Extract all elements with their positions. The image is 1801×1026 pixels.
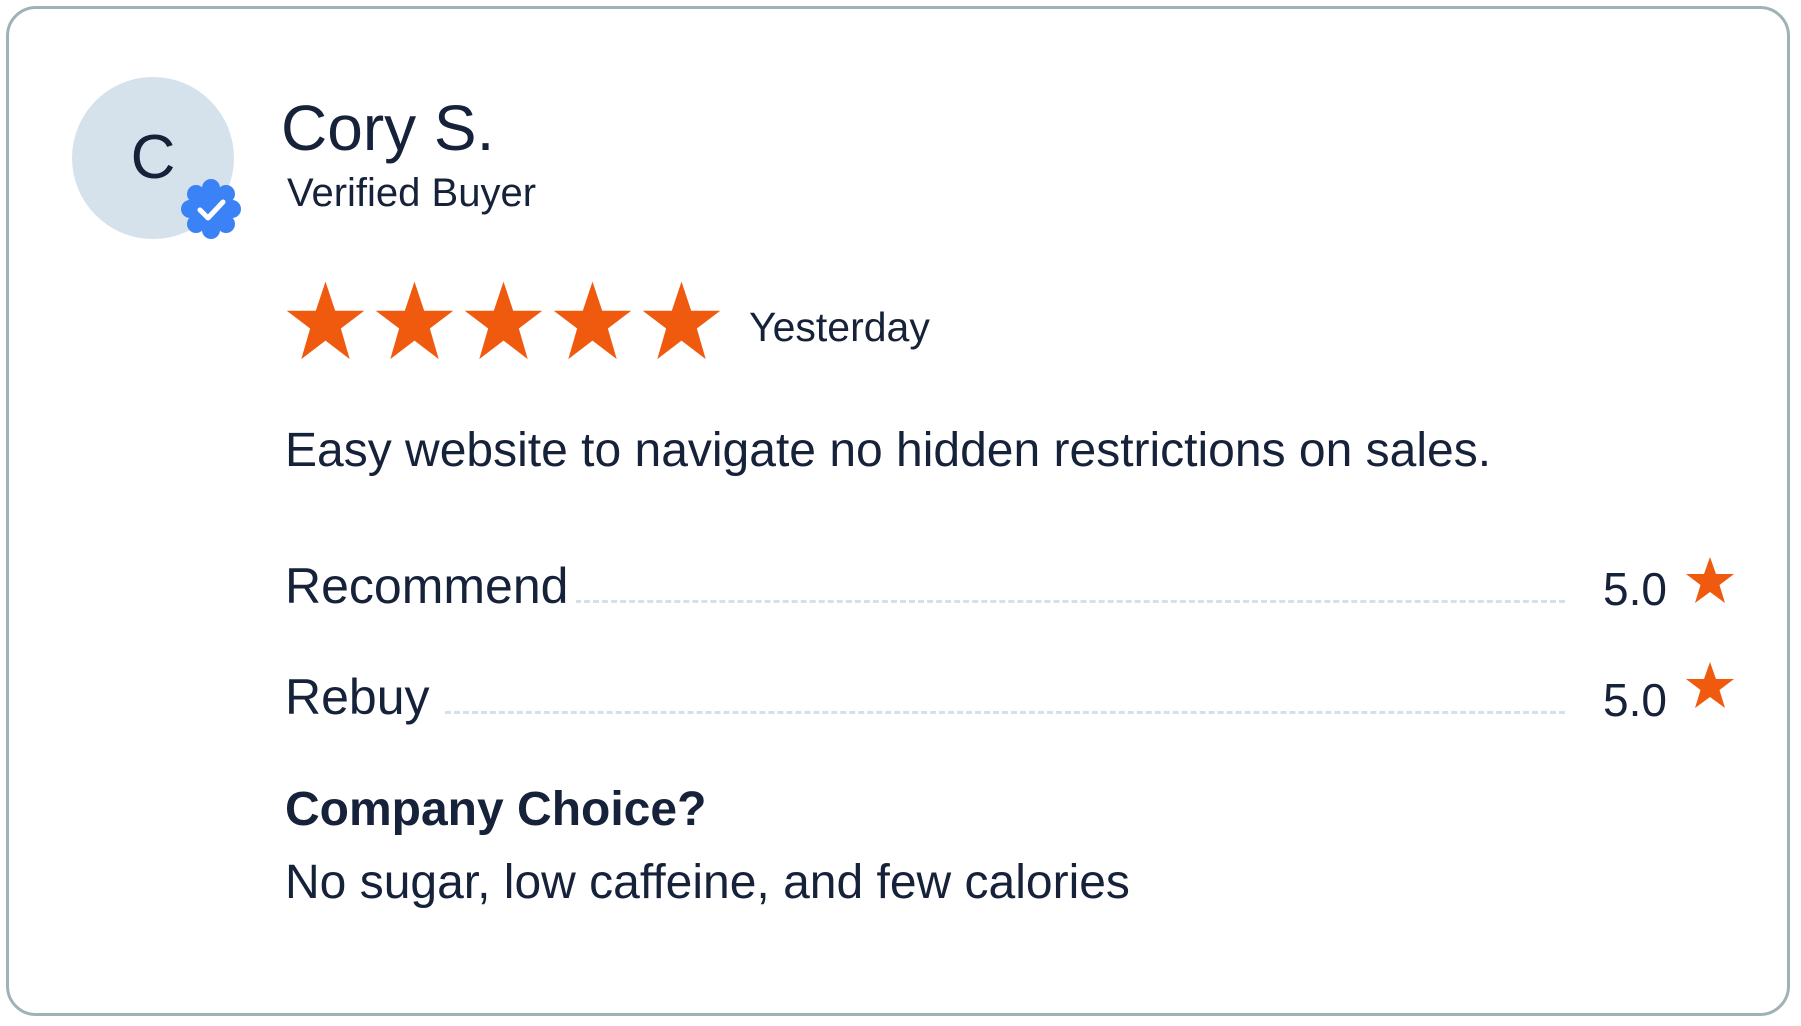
star-icon [552, 280, 633, 364]
review-card: C Cory S. Verified Buyer Yesterday Easy … [6, 6, 1790, 1016]
question-title: Company Choice? [285, 783, 707, 836]
attribute-row-rebuy: Rebuy 5.0 [285, 662, 1740, 737]
attribute-label: Rebuy [285, 667, 438, 727]
star-icon [641, 280, 722, 364]
attribute-label: Recommend [285, 556, 577, 616]
attribute-row-recommend: Recommend 5.0 [285, 556, 1740, 626]
verified-buyer-label: Verified Buyer [287, 171, 537, 215]
question-answer: No sugar, low caffeine, and few calories [285, 856, 1130, 909]
star-icon [285, 280, 366, 364]
attribute-value: 5.0 [1603, 674, 1667, 726]
star-icon [374, 280, 455, 364]
dotted-leader [575, 600, 1565, 603]
avatar: C [72, 77, 241, 239]
star-icon [463, 280, 544, 364]
verified-check-icon [180, 178, 242, 240]
attribute-value: 5.0 [1603, 563, 1667, 615]
star-icon [1685, 556, 1735, 606]
dotted-leader [445, 711, 1565, 714]
reviewer-name: Cory S. [281, 92, 495, 164]
review-date: Yesterday [749, 304, 930, 350]
star-icon [1685, 661, 1735, 711]
star-rating [285, 280, 722, 364]
review-body: Easy website to navigate no hidden restr… [285, 424, 1492, 477]
